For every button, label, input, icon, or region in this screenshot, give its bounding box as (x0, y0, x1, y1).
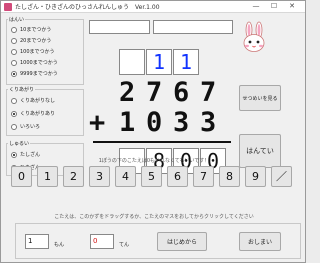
key-2[interactable]: 2 (63, 166, 84, 187)
app-window: たしざん・ひきざんのひっさんれんしゅう Ver.1.00 — ☐ ✕ はんい 1… (0, 0, 306, 263)
radio-button-selected[interactable] (11, 70, 17, 77)
window-title: たしざん・ひきざんのひっさんれんしゅう Ver.1.00 (15, 4, 160, 11)
key-4[interactable]: 4 (115, 166, 136, 187)
range-option-9999[interactable]: 9999までつかう (11, 69, 58, 78)
carry-option-with[interactable]: くりあがりあり (11, 109, 55, 118)
key-7[interactable]: 7 (193, 166, 214, 187)
key-6[interactable]: 6 (167, 166, 188, 187)
range-option-10[interactable]: 10までつかう (11, 25, 51, 34)
key-9[interactable]: 9 (245, 166, 266, 187)
question-count-field: 1 (25, 234, 49, 249)
carry-box-tens[interactable]: 1 (173, 49, 199, 75)
sum-line (93, 141, 231, 143)
explain-button[interactable]: せつめいを見る (239, 85, 281, 111)
points-field: 0 (90, 234, 114, 249)
question-count-label: もん (54, 242, 65, 248)
radio-label: 20までつかう (20, 38, 52, 44)
carry-box-hundreds[interactable]: 1 (146, 49, 172, 75)
key-8[interactable]: 8 (219, 166, 240, 187)
range-group-title: はんい (8, 16, 26, 23)
minimize-button[interactable]: — (249, 1, 263, 12)
radio-label: くりあがりあり (20, 111, 56, 117)
finish-button[interactable]: おしまい (239, 232, 281, 251)
carry-option-none[interactable]: くりあがりなし (11, 96, 55, 105)
radio-button[interactable] (11, 37, 17, 44)
radio-button-selected[interactable] (11, 110, 17, 117)
radio-label: 100までつかう (20, 49, 55, 55)
radio-button[interactable] (11, 26, 17, 33)
radio-label: 1000までつかう (20, 60, 58, 66)
key-5[interactable]: 5 (141, 166, 162, 187)
first-number-digit: 7 (200, 77, 217, 108)
radio-label: 10までつかう (20, 27, 52, 33)
key-0[interactable]: 0 (11, 166, 32, 187)
rabbit-icon (243, 21, 265, 52)
radio-button[interactable] (11, 123, 17, 130)
range-option-20[interactable]: 20までつかう (11, 36, 51, 45)
second-number-digit: 3 (200, 107, 217, 138)
carry-group-title: くりあがり (8, 86, 36, 93)
rabbit-app-icon (4, 3, 12, 11)
operator-sign: + (89, 107, 106, 138)
top-left-input[interactable] (89, 20, 150, 34)
first-number-digit: 7 (146, 77, 163, 108)
carry-box-thousands[interactable] (119, 49, 145, 75)
keypad: 0 1 2 3 4 5 6 7 8 9 ／ (11, 166, 301, 188)
second-number-digit: 3 (173, 107, 190, 138)
key-3[interactable]: 3 (89, 166, 110, 187)
hint-bottom: こたえは、このかずをドラッグするか、こたえのマスをおしてからクリックしてください (54, 214, 254, 220)
first-number-digit: 6 (173, 77, 190, 108)
radio-button[interactable] (11, 59, 17, 66)
restart-button[interactable]: はじめから (157, 232, 207, 251)
type-group-title: しゅるい (8, 140, 31, 147)
radio-button[interactable] (11, 48, 17, 55)
range-option-100[interactable]: 100までつかう (11, 47, 55, 56)
range-option-1000[interactable]: 1000までつかう (11, 58, 58, 67)
radio-button[interactable] (11, 97, 17, 104)
points-label: てん (119, 242, 130, 248)
top-right-input[interactable] (153, 20, 233, 34)
second-number-digit: 1 (119, 107, 136, 138)
close-button[interactable]: ✕ (285, 1, 299, 12)
maximize-button[interactable]: ☐ (267, 1, 281, 12)
key-1[interactable]: 1 (37, 166, 58, 187)
radio-label: くりあがりなし (20, 98, 56, 104)
second-number-digit: 0 (146, 107, 163, 138)
radio-label: 9999までつかう (20, 71, 58, 77)
title-bar: たしざん・ひきざんのひっさんれんしゅう Ver.1.00 — ☐ ✕ (1, 1, 305, 13)
carry-option-mixed[interactable]: いろいろ (11, 122, 40, 131)
hint-top: 1ぽうの下のこたえは0もいれなくてもいいです！ (98, 158, 210, 164)
first-number-digit: 2 (119, 77, 136, 108)
radio-label: いろいろ (20, 124, 41, 130)
key-clear[interactable]: ／ (271, 166, 292, 187)
